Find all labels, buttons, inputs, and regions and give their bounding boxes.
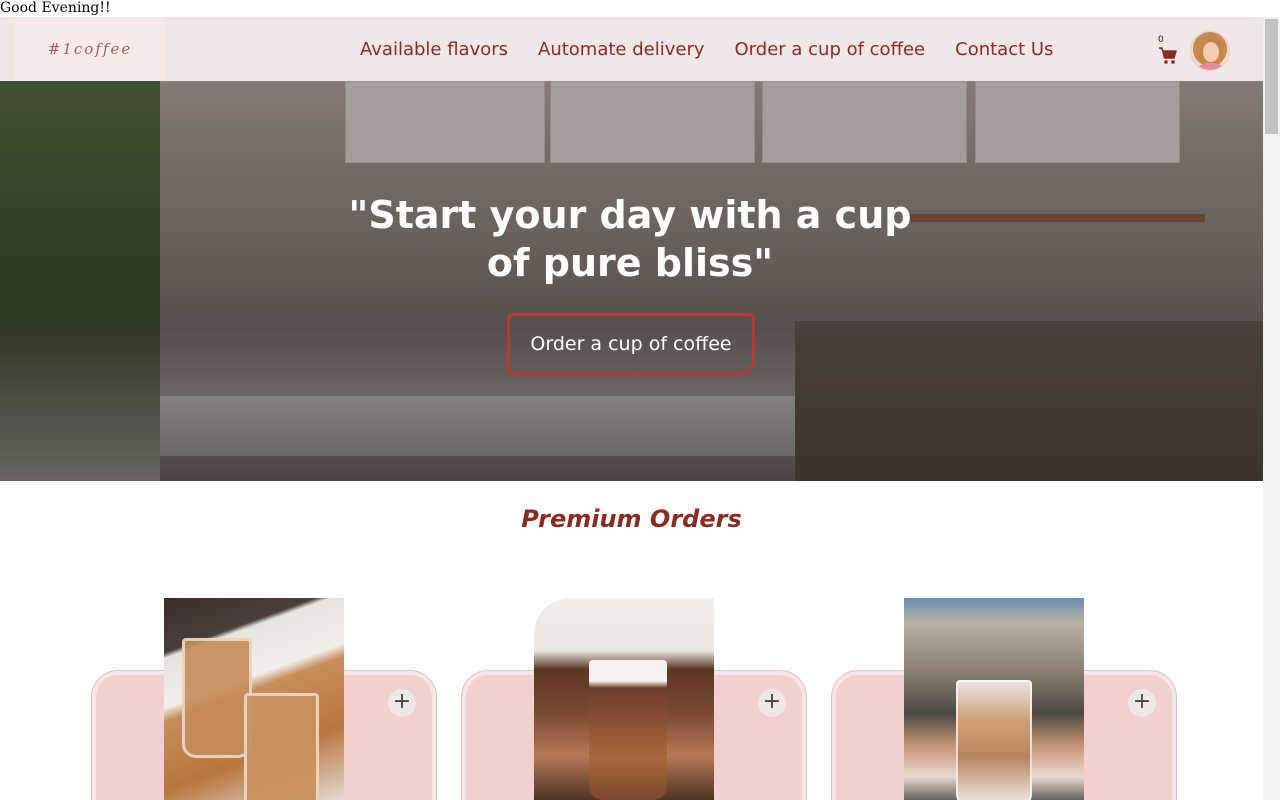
mocha-frappe-image — [534, 598, 714, 800]
shopping-cart-icon — [1159, 47, 1177, 64]
cup-shape — [589, 660, 667, 800]
iced-coffee-image — [164, 598, 344, 800]
hero-banner: "Start your day with a cup of pure bliss… — [0, 81, 1263, 481]
cup-shape — [182, 638, 252, 758]
premium-orders-title: Premium Orders — [521, 505, 742, 533]
cup-shape — [244, 693, 319, 800]
nav-link-automate-delivery[interactable]: Automate delivery — [538, 39, 705, 60]
cart-count-badge: 0 — [1158, 35, 1164, 45]
nav-link-contact-us[interactable]: Contact Us — [955, 39, 1053, 60]
add-to-cart-button[interactable]: + — [758, 689, 786, 717]
nav-link-available-flavors[interactable]: Available flavors — [360, 39, 508, 60]
hero-title: "Start your day with a cup of pure bliss… — [348, 193, 912, 285]
scrollbar-track[interactable] — [1263, 17, 1280, 800]
greeting-text: Good Evening!! — [0, 0, 111, 16]
cup-shape — [956, 680, 1032, 800]
logo-text: #1coffee — [47, 40, 133, 58]
avatar[interactable] — [1190, 31, 1230, 71]
avatar-body — [1197, 63, 1225, 70]
order-coffee-button[interactable]: Order a cup of coffee — [507, 313, 755, 375]
add-to-cart-button[interactable]: + — [1128, 689, 1156, 717]
nav-links: Available flavors Automate delivery Orde… — [345, 17, 1068, 81]
avatar-face — [1203, 42, 1219, 62]
navbar: #1coffee Available flavors Automate deli… — [0, 17, 1263, 81]
logo[interactable]: #1coffee — [15, 17, 165, 81]
nav-link-order-coffee[interactable]: Order a cup of coffee — [735, 39, 926, 60]
starbucks-cup-image — [904, 598, 1084, 800]
scrollbar-thumb[interactable] — [1265, 19, 1278, 134]
cart-button[interactable]: 0 — [1155, 35, 1181, 67]
add-to-cart-button[interactable]: + — [388, 689, 416, 717]
